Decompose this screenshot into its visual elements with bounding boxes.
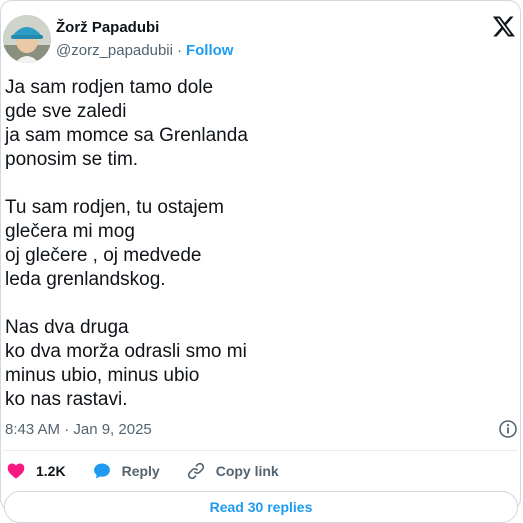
link-icon bbox=[187, 462, 204, 480]
like-button[interactable]: 1.2K bbox=[6, 461, 66, 481]
reply-bubble-icon bbox=[93, 463, 110, 479]
x-logo-icon[interactable] bbox=[492, 14, 516, 38]
avatar-image bbox=[3, 15, 51, 63]
reply-button[interactable]: Reply bbox=[92, 461, 160, 481]
info-icon[interactable] bbox=[498, 419, 518, 439]
heart-icon bbox=[7, 463, 25, 479]
text-line: leda grenlandskog. bbox=[5, 269, 166, 290]
tweet-timestamp[interactable]: 8:43 AM · Jan 9, 2025 bbox=[5, 421, 152, 438]
divider bbox=[3, 450, 518, 451]
copy-link-button[interactable]: Copy link bbox=[186, 461, 279, 481]
text-line: ponosim se tim. bbox=[5, 149, 139, 170]
text-line: minus ubio, minus ubio bbox=[5, 365, 200, 386]
tweet-card: Žorž Papadubi @zorz_papadubii · Follow Ja … bbox=[0, 0, 521, 523]
text-line: ko nas rastavi. bbox=[5, 389, 128, 410]
stanza: Ja sam rodjen tamo dole gde sve zaledi j… bbox=[5, 76, 248, 172]
action-bar: 1.2K Reply Copy link bbox=[6, 460, 305, 482]
text-line: gde sve zaledi bbox=[5, 101, 127, 122]
author-name[interactable]: Žorž Papadubi bbox=[56, 19, 159, 36]
stanza: Tu sam rodjen, tu ostajem glečera mi mog… bbox=[5, 196, 248, 292]
text-line: glečera mi mog bbox=[5, 221, 135, 242]
reply-label: Reply bbox=[121, 463, 160, 479]
text-line: Tu sam rodjen, tu ostajem bbox=[5, 197, 224, 218]
follow-button[interactable]: Follow bbox=[186, 42, 234, 59]
text-line: oj glečere , oj medvede bbox=[5, 245, 202, 266]
text-line: Nas dva druga bbox=[5, 317, 129, 338]
copy-link-label: Copy link bbox=[215, 463, 279, 479]
tweet-text: Ja sam rodjen tamo dole gde sve zaledi j… bbox=[5, 76, 248, 412]
read-replies-button[interactable]: Read 30 replies bbox=[4, 491, 518, 523]
text-line: ja sam momce sa Grenlanda bbox=[5, 125, 248, 146]
text-line: ko dva morža odrasli smo mi bbox=[5, 341, 247, 362]
likes-count: 1.2K bbox=[36, 463, 66, 479]
author-handle[interactable]: @zorz_papadubii bbox=[56, 42, 173, 59]
avatar[interactable] bbox=[3, 15, 51, 63]
separator-dot: · bbox=[176, 42, 182, 59]
stanza: Nas dva druga ko dva morža odrasli smo m… bbox=[5, 316, 248, 412]
text-line: Ja sam rodjen tamo dole bbox=[5, 77, 214, 98]
author-handle-row: @zorz_papadubii · Follow bbox=[56, 42, 233, 59]
